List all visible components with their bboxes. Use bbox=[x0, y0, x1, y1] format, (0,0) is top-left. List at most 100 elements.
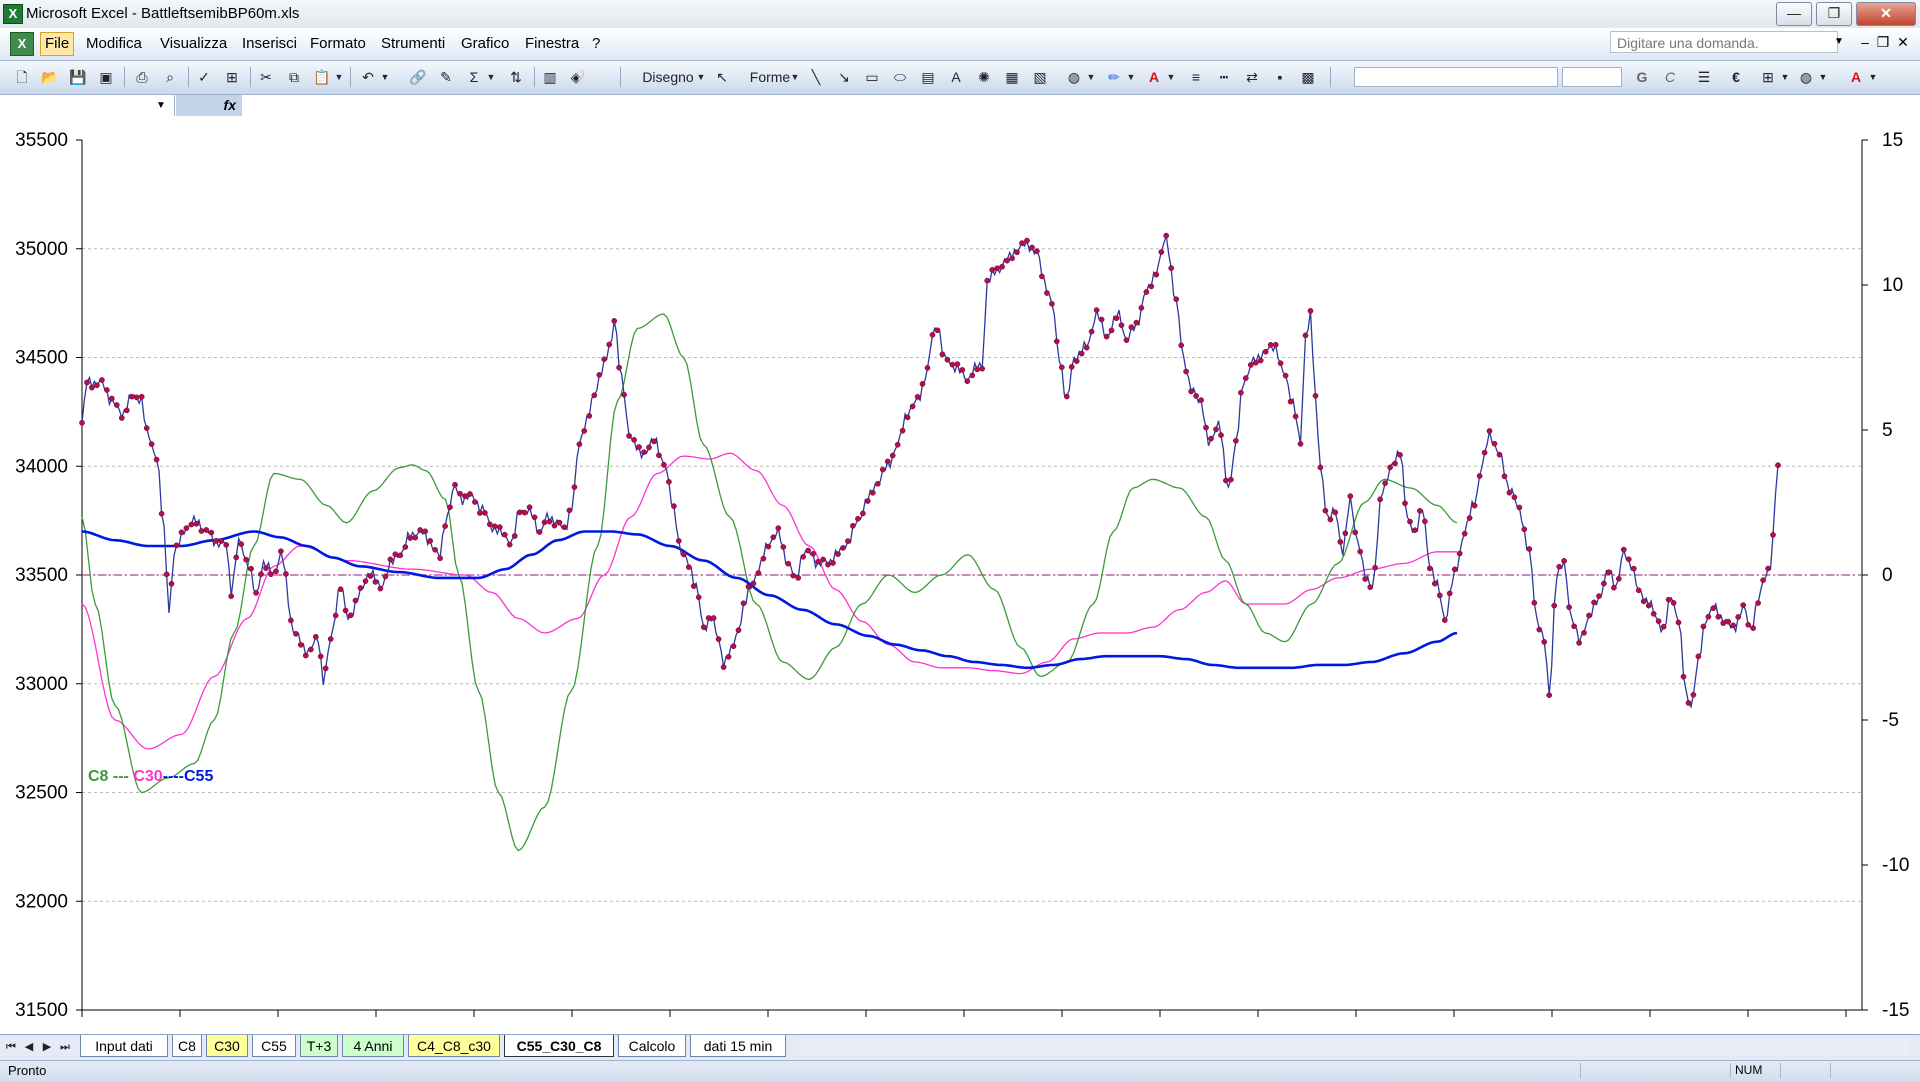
open-icon[interactable]: 📂 bbox=[40, 67, 60, 87]
menu-strumenti[interactable]: Strumenti bbox=[377, 33, 449, 55]
menu-file[interactable]: File bbox=[40, 32, 75, 56]
fill-bucket-icon[interactable]: ◍ bbox=[1796, 67, 1816, 87]
forme-dropdown-icon[interactable]: ▼ bbox=[790, 67, 800, 87]
disegno-dropdown-icon[interactable]: ▼ bbox=[696, 67, 706, 87]
save-icon[interactable]: 💾 bbox=[68, 67, 88, 87]
sheet-tab-calcolo[interactable]: Calcolo bbox=[618, 1035, 686, 1057]
sheet-tab-dati-15-min[interactable]: dati 15 min bbox=[690, 1035, 786, 1057]
fill-color-icon[interactable]: ◍ bbox=[1064, 67, 1084, 87]
textbox-icon[interactable]: ▤ bbox=[918, 67, 938, 87]
price-point bbox=[1397, 452, 1403, 458]
disegno-button[interactable]: Disegno bbox=[636, 67, 700, 87]
font-name-combo[interactable] bbox=[1354, 67, 1558, 87]
print-icon[interactable]: ⎙ bbox=[132, 67, 152, 87]
workbook-restore-button[interactable]: ❐ bbox=[1874, 33, 1892, 51]
line-color-icon[interactable]: ✏ bbox=[1104, 67, 1124, 87]
spelling-icon[interactable]: ✓ bbox=[194, 67, 214, 87]
menu-formato[interactable]: Formato bbox=[306, 33, 370, 55]
paste-dropdown-icon[interactable]: ▼ bbox=[334, 67, 344, 87]
dash-style-icon[interactable]: ┅ bbox=[1214, 67, 1234, 87]
oval-icon[interactable]: ⬭ bbox=[890, 67, 910, 87]
price-point bbox=[486, 521, 493, 528]
close-button[interactable]: ✕ bbox=[1856, 2, 1916, 26]
sheet-tab-t-3[interactable]: T+3 bbox=[300, 1035, 338, 1057]
arrow-style-icon[interactable]: ⇄ bbox=[1242, 67, 1262, 87]
menu-modifica[interactable]: Modifica bbox=[82, 33, 146, 55]
hyperlink-icon[interactable]: 🔗 bbox=[408, 67, 428, 87]
maximize-button[interactable]: ❐ bbox=[1816, 2, 1852, 26]
chart-sheet[interactable]: 31500 32000 32500 33000 33500 34000 34500 35000… bbox=[0, 117, 1920, 1034]
shadow-icon[interactable]: ▪ bbox=[1270, 67, 1290, 87]
euro-button[interactable]: € bbox=[1726, 67, 1746, 87]
borders-icon[interactable]: ⊞ bbox=[1758, 67, 1778, 87]
autosum-icon[interactable]: Σ bbox=[464, 67, 484, 87]
font-size-combo[interactable] bbox=[1562, 67, 1622, 87]
font-color-dropdown-icon[interactable]: ▼ bbox=[1166, 67, 1176, 87]
fill-color-dropdown-icon[interactable]: ▼ bbox=[1086, 67, 1096, 87]
help-dropdown-icon[interactable]: ▼ bbox=[1832, 31, 1846, 53]
font-color-icon[interactable]: A bbox=[1144, 67, 1164, 87]
bold-button[interactable]: G bbox=[1632, 67, 1652, 87]
excel-app-icon[interactable]: X bbox=[3, 4, 23, 24]
select-objects-icon[interactable]: ↖ bbox=[712, 67, 732, 87]
name-box[interactable] bbox=[0, 95, 175, 116]
autosum-dropdown-icon[interactable]: ▼ bbox=[486, 67, 496, 87]
text-color-icon[interactable]: A bbox=[1846, 67, 1866, 87]
borders-dropdown-icon[interactable]: ▼ bbox=[1780, 67, 1790, 87]
sheet-tab-4-anni[interactable]: 4 Anni bbox=[342, 1035, 404, 1057]
format-painter-icon[interactable]: ✎ bbox=[436, 67, 456, 87]
sheet-tab-c30[interactable]: C30 bbox=[206, 1035, 248, 1057]
line-icon[interactable]: ╲ bbox=[806, 67, 826, 87]
price-point bbox=[452, 481, 458, 488]
paste-icon[interactable]: 📋 bbox=[312, 67, 332, 87]
insert-function-button[interactable]: fx bbox=[176, 95, 242, 116]
undo-dropdown-icon[interactable]: ▼ bbox=[380, 67, 390, 87]
permission-icon[interactable]: ▣ bbox=[96, 67, 116, 87]
menu-grafico[interactable]: Grafico bbox=[457, 33, 513, 55]
arrow-icon[interactable]: ↘ bbox=[834, 67, 854, 87]
menu-finestra[interactable]: Finestra bbox=[521, 33, 583, 55]
help-icon[interactable]: ❔ bbox=[570, 67, 590, 87]
workbook-minimize-button[interactable]: – bbox=[1856, 33, 1874, 51]
3d-icon[interactable]: ▩ bbox=[1298, 67, 1318, 87]
line-chart[interactable]: 31500 32000 32500 33000 33500 34000 34500 35000… bbox=[0, 117, 1920, 1034]
sort-icon[interactable]: ⇅ bbox=[506, 67, 526, 87]
copy-icon[interactable]: ⧉ bbox=[284, 67, 304, 87]
first-sheet-button[interactable]: ⏮ bbox=[4, 1039, 18, 1055]
sheet-tab-c4-c8-c30[interactable]: C4_C8_c30 bbox=[408, 1035, 500, 1057]
prev-sheet-button[interactable]: ◀ bbox=[22, 1039, 36, 1055]
next-sheet-button[interactable]: ▶ bbox=[40, 1039, 54, 1055]
picture-icon[interactable]: ▧ bbox=[1030, 67, 1050, 87]
price-point bbox=[1536, 626, 1543, 633]
line-style-icon[interactable]: ≡ bbox=[1186, 67, 1206, 87]
help-question-input[interactable]: Digitare una domanda. bbox=[1610, 31, 1838, 53]
research-icon[interactable]: ⊞ bbox=[222, 67, 242, 87]
sheet-tab-c55-c30-c8[interactable]: C55_C30_C8 bbox=[504, 1035, 614, 1057]
menu-help[interactable]: ? bbox=[588, 33, 604, 55]
text-color-dropdown-icon[interactable]: ▼ bbox=[1868, 67, 1878, 87]
align-icon[interactable]: ☰ bbox=[1694, 67, 1714, 87]
print-preview-icon[interactable]: ⌕ bbox=[160, 67, 180, 87]
undo-icon[interactable]: ↶ bbox=[358, 67, 378, 87]
menu-visualizza[interactable]: Visualizza bbox=[156, 33, 231, 55]
fill-bucket-dropdown-icon[interactable]: ▼ bbox=[1818, 67, 1828, 87]
sheet-tab-c55[interactable]: C55 bbox=[252, 1035, 296, 1057]
workbook-close-button[interactable]: ✕ bbox=[1894, 33, 1912, 51]
clipart-icon[interactable]: ▦ bbox=[1002, 67, 1022, 87]
horizontal-scrollbar[interactable] bbox=[800, 1039, 1910, 1055]
last-sheet-button[interactable]: ⏭ bbox=[58, 1039, 72, 1055]
line-color-dropdown-icon[interactable]: ▼ bbox=[1126, 67, 1136, 87]
minimize-button[interactable]: — bbox=[1776, 2, 1812, 26]
wordart-icon[interactable]: A bbox=[946, 67, 966, 87]
name-box-dropdown-icon[interactable]: ▼ bbox=[150, 95, 172, 116]
cut-icon[interactable]: ✂ bbox=[256, 67, 276, 87]
workbook-icon[interactable]: X bbox=[10, 32, 34, 56]
menu-inserisci[interactable]: Inserisci bbox=[238, 33, 301, 55]
sheet-tab-c8[interactable]: C8 bbox=[172, 1035, 202, 1057]
new-icon[interactable]: 🗋 bbox=[12, 67, 32, 87]
diagram-icon[interactable]: ✺ bbox=[974, 67, 994, 87]
chart-wizard-icon[interactable]: ▥ bbox=[540, 67, 560, 87]
italic-button[interactable]: C bbox=[1660, 67, 1680, 87]
rectangle-icon[interactable]: ▭ bbox=[862, 67, 882, 87]
sheet-tab-input-dati[interactable]: Input dati bbox=[80, 1035, 168, 1057]
